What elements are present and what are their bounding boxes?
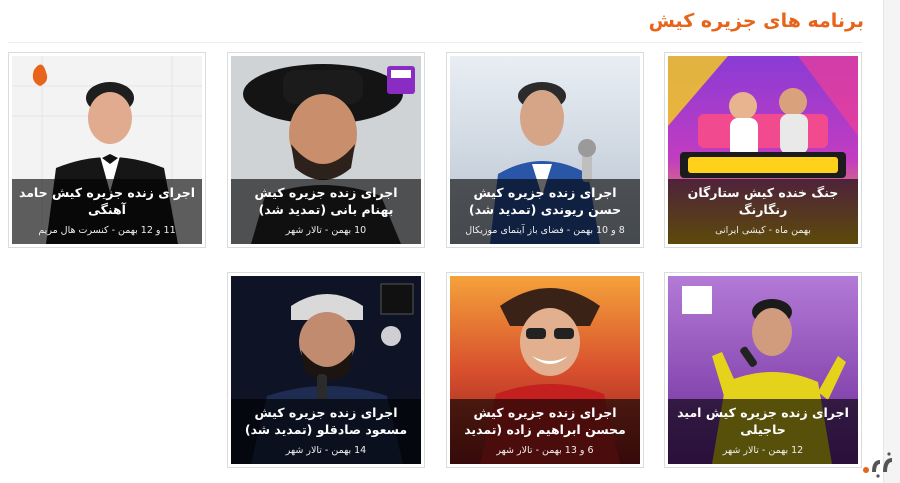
event-date-venue: 6 و 13 بهمن - تالار شهر: [496, 445, 594, 456]
event-caption: اجرای زنده جزیره کیش امید حاجیلی 12 بهمن…: [668, 399, 858, 464]
section-divider: [8, 42, 862, 43]
event-title[interactable]: جنگ خنده کیش ستارگان رنگارنگ: [674, 184, 852, 218]
event-date-venue: 11 و 12 بهمن - کنسرت هال مریم: [38, 225, 176, 236]
event-title[interactable]: اجرای زنده جزیره کیش محسن ابراهیم زاده (…: [456, 404, 634, 438]
event-poster: جنگ خنده کیش ستارگان رنگارنگ بهمن ماه - …: [668, 56, 858, 244]
event-title[interactable]: اجرای زنده جزیره کیش بهنام بانی (تمدید ش…: [237, 184, 415, 218]
event-poster: اجرای زنده جزیره کیش حسن ریوندی (تمدید ش…: [450, 56, 640, 244]
event-poster: اجرای زنده جزیره کیش بهنام بانی (تمدید ش…: [231, 56, 421, 244]
event-caption: اجرای زنده جزیره کیش مسعود صادقلو (تمدید…: [231, 399, 421, 464]
event-date-venue: 8 و 10 بهمن - فضای باز آیتمای موزیکال: [465, 225, 625, 236]
event-date-venue: بهمن ماه - کیشی ایرانی: [715, 225, 811, 236]
event-date-venue: 14 بهمن - تالار شهر: [285, 445, 367, 456]
event-poster: اجرای زنده جزیره کیش امید حاجیلی 12 بهمن…: [668, 276, 858, 464]
event-poster: اجرای زنده جزیره کیش حامد آهنگی 11 و 12 …: [12, 56, 202, 244]
event-caption: اجرای زنده جزیره کیش حامد آهنگی 11 و 12 …: [12, 179, 202, 244]
event-title[interactable]: اجرای زنده جزیره کیش حسن ریوندی (تمدید ش…: [456, 184, 634, 218]
event-poster: اجرای زنده جزیره کیش محسن ابراهیم زاده (…: [450, 276, 640, 464]
event-card-omid-hajili[interactable]: اجرای زنده جزیره کیش امید حاجیلی 12 بهمن…: [664, 272, 862, 468]
event-date-venue: 10 بهمن - تالار شهر: [285, 225, 367, 236]
event-caption: اجرای زنده جزیره کیش محسن ابراهیم زاده (…: [450, 399, 640, 464]
event-poster: اجرای زنده جزیره کیش مسعود صادقلو (تمدید…: [231, 276, 421, 464]
page-scrollbar[interactable]: [883, 0, 900, 483]
event-card-behnam-bani[interactable]: اجرای زنده جزیره کیش بهنام بانی (تمدید ش…: [227, 52, 425, 248]
section-title: برنامه های جزیره کیش: [648, 10, 864, 32]
event-caption: اجرای زنده جزیره کیش بهنام بانی (تمدید ش…: [231, 179, 421, 244]
event-title[interactable]: اجرای زنده جزیره کیش مسعود صادقلو (تمدید…: [237, 404, 415, 438]
site-watermark-logo: [863, 452, 892, 478]
event-card-star-laughter[interactable]: جنگ خنده کیش ستارگان رنگارنگ بهمن ماه - …: [664, 52, 862, 248]
event-date-venue: 12 بهمن - تالار شهر: [722, 445, 804, 456]
event-title[interactable]: اجرای زنده جزیره کیش امید حاجیلی: [674, 404, 852, 438]
event-card-mohsen-ebrahimzadeh[interactable]: اجرای زنده جزیره کیش محسن ابراهیم زاده (…: [446, 272, 644, 468]
event-title[interactable]: اجرای زنده جزیره کیش حامد آهنگی: [18, 184, 196, 218]
event-card-hamed-ahangi[interactable]: اجرای زنده جزیره کیش حامد آهنگی 11 و 12 …: [8, 52, 206, 248]
event-card-masoud-sadeghloo[interactable]: اجرای زنده جزیره کیش مسعود صادقلو (تمدید…: [227, 272, 425, 468]
event-caption: جنگ خنده کیش ستارگان رنگارنگ بهمن ماه - …: [668, 179, 858, 244]
event-caption: اجرای زنده جزیره کیش حسن ریوندی (تمدید ش…: [450, 179, 640, 244]
event-card-hasan-reyvandi[interactable]: اجرای زنده جزیره کیش حسن ریوندی (تمدید ش…: [446, 52, 644, 248]
